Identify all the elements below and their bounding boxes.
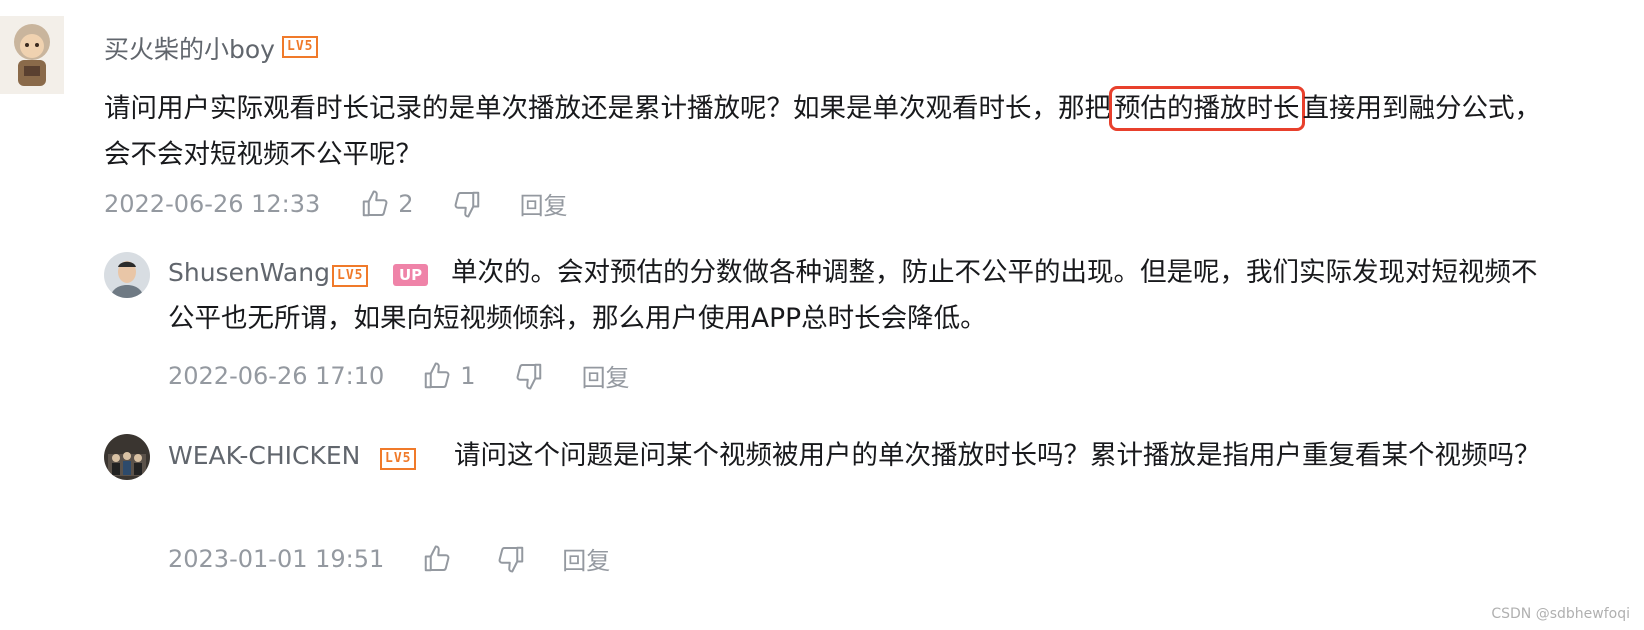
avatar[interactable] [0, 16, 64, 94]
reply-button[interactable]: 回复 [562, 541, 610, 576]
reply-button[interactable]: 回复 [582, 358, 630, 393]
comment-text: 请问用户实际观看时长记录的是单次播放还是累计播放呢？如果是单次观看时长，那把 预估… [104, 86, 1544, 178]
thumb-down-icon[interactable] [496, 544, 526, 574]
comment-time: 2022-06-26 12:33 [104, 189, 321, 218]
reply-meta: 2023-01-01 19:51 回复 [168, 541, 610, 576]
like-count: 2 [398, 189, 414, 218]
watermark: CSDN @sdbhewfoqi [1491, 606, 1630, 622]
reply-text-content: 单次的。会对预估的分数做各种调整，防止不公平的出现。但是呢，我们实际发现对短视频… [168, 257, 1538, 334]
avatar[interactable] [104, 434, 150, 480]
comment-meta: 2022-06-26 12:33 2 回复 [104, 186, 568, 221]
highlighted-phrase: 预估的播放时长 [1109, 86, 1305, 131]
like-count: 1 [460, 361, 476, 390]
reply-time: 2022-06-26 17:10 [168, 361, 385, 390]
thumb-up-icon[interactable] [422, 544, 452, 574]
comment-username[interactable]: 买火柴的小boy [104, 30, 275, 66]
reply-time: 2023-01-01 19:51 [168, 544, 385, 573]
thumb-down-icon[interactable] [514, 361, 544, 391]
thumb-up-icon[interactable] [360, 189, 390, 219]
reply-meta: 2022-06-26 17:10 1 回复 [168, 358, 630, 393]
reply-text: 请问这个问题是问某个视频被用户的单次播放时长吗？累计播放是指用户重复看某个视频吗… [168, 433, 1548, 479]
thumb-up-icon[interactable] [422, 361, 452, 391]
thumb-down-icon[interactable] [452, 189, 482, 219]
reply-text-content: 请问这个问题是问某个视频被用户的单次播放时长吗？累计播放是指用户重复看某个视频吗… [454, 440, 1541, 471]
reply-button[interactable]: 回复 [520, 186, 568, 221]
level-badge: LV5 [282, 36, 319, 58]
avatar[interactable] [104, 252, 150, 298]
reply-text: 单次的。会对预估的分数做各种调整，防止不公平的出现。但是呢，我们实际发现对短视频… [168, 250, 1548, 342]
comment-text-before: 请问用户实际观看时长记录的是单次播放还是累计播放呢？如果是单次观看时长，那把 [104, 93, 1111, 124]
